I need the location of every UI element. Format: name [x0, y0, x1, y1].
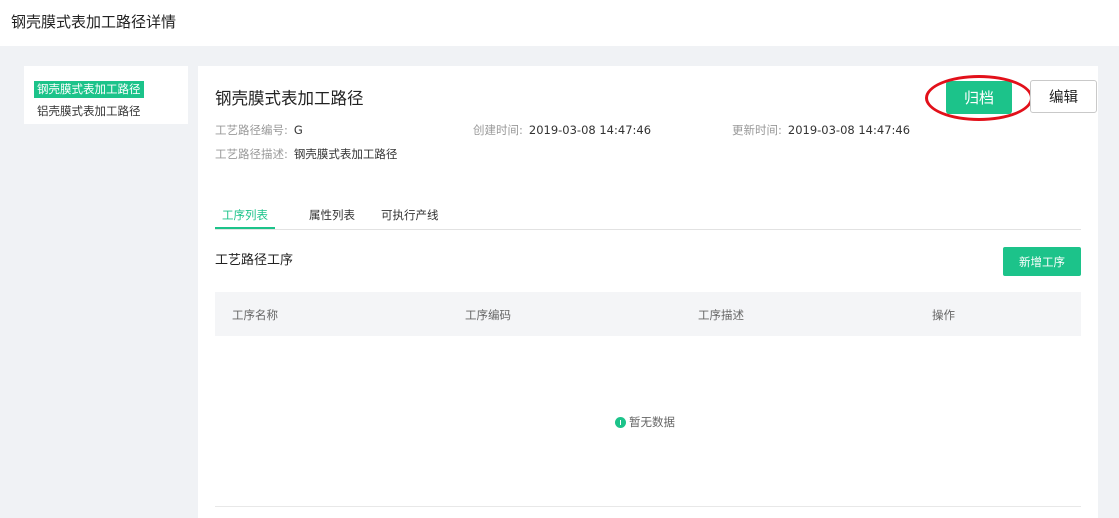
- page-header: 钢壳膜式表加工路径详情: [0, 0, 1119, 46]
- archive-button[interactable]: 归档: [946, 81, 1012, 114]
- archive-button-wrapper: 归档: [925, 75, 1033, 121]
- meta-code-value: G: [293, 123, 303, 137]
- main-panel: 钢壳膜式表加工路径 归档 编辑 工艺路径编号: G 创建时间: 2019-03-08…: [198, 66, 1098, 518]
- edit-button[interactable]: 编辑: [1030, 80, 1097, 113]
- table-header: 工序名称 工序编码 工序描述 操作: [215, 292, 1081, 336]
- meta-updated-value: 2019-03-08 14:47:46: [787, 123, 911, 137]
- sidebar-item-steel-path[interactable]: 钢壳膜式表加工路径: [34, 81, 144, 98]
- empty-text: 暂无数据: [629, 415, 675, 429]
- meta-description: 工艺路径描述: 钢壳膜式表加工路径: [215, 146, 397, 162]
- add-process-button[interactable]: 新增工序: [1003, 247, 1081, 276]
- meta-description-value: 钢壳膜式表加工路径: [293, 147, 398, 161]
- detail-title: 钢壳膜式表加工路径: [215, 89, 364, 108]
- meta-code: 工艺路径编号: G: [215, 122, 303, 138]
- process-table: 工序名称 工序编码 工序描述 操作 暂无数据: [215, 292, 1081, 507]
- section-title: 工艺路径工序: [215, 253, 294, 268]
- tab-attribute-list[interactable]: 属性列表: [309, 207, 355, 229]
- info-icon: [615, 416, 626, 428]
- column-header-code: 工序编码: [465, 308, 511, 322]
- meta-updated: 更新时间: 2019-03-08 14:47:46: [732, 122, 910, 138]
- sidebar: 钢壳膜式表加工路径 铝壳膜式表加工路径: [24, 66, 188, 124]
- meta-created: 创建时间: 2019-03-08 14:47:46: [473, 122, 651, 138]
- sidebar-item-aluminum-path[interactable]: 铝壳膜式表加工路径: [34, 103, 144, 120]
- table-divider: [215, 506, 1081, 507]
- column-header-description: 工序描述: [698, 308, 744, 322]
- meta-description-label: 工艺路径描述:: [215, 147, 288, 161]
- empty-state: 暂无数据: [615, 414, 675, 430]
- tab-bar: 工序列表 属性列表 可执行产线: [215, 202, 1081, 230]
- column-header-name: 工序名称: [232, 308, 278, 322]
- meta-code-label: 工艺路径编号:: [215, 123, 288, 137]
- meta-created-label: 创建时间:: [473, 123, 523, 137]
- tab-process-list[interactable]: 工序列表: [215, 207, 275, 229]
- tab-executable-lines[interactable]: 可执行产线: [381, 207, 439, 229]
- column-header-actions: 操作: [932, 308, 955, 322]
- meta-updated-label: 更新时间:: [732, 123, 782, 137]
- meta-created-value: 2019-03-08 14:47:46: [528, 123, 652, 137]
- page-title: 钢壳膜式表加工路径详情: [11, 13, 177, 31]
